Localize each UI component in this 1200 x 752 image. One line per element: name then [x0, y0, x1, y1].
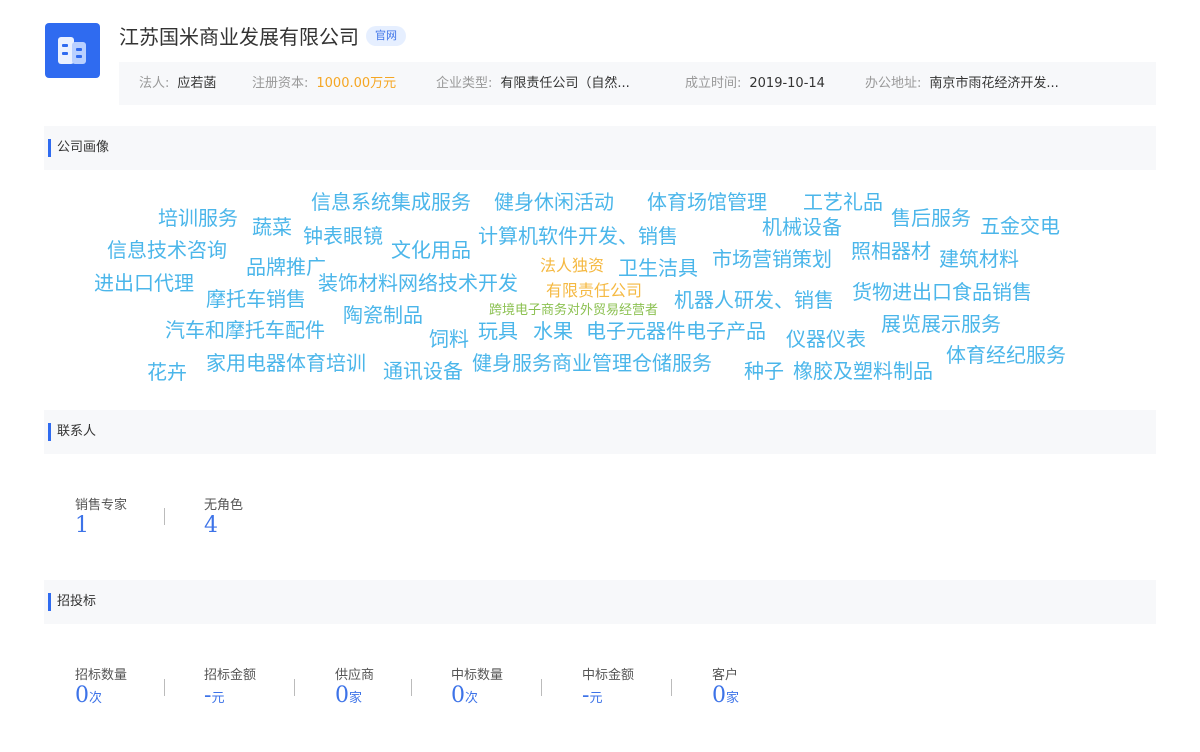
- company-name: 江苏国米商业发展有限公司: [119, 25, 359, 49]
- cloud-word[interactable]: 水果: [533, 321, 573, 341]
- cloud-word[interactable]: 钟表眼镜: [303, 226, 383, 246]
- cloud-word[interactable]: 信息系统集成服务: [311, 192, 471, 212]
- cloud-word[interactable]: 摩托车销售: [206, 289, 306, 309]
- cloud-word[interactable]: 体育经纪服务: [946, 345, 1066, 365]
- divider: [294, 679, 295, 696]
- cloud-word[interactable]: 五金交电: [980, 216, 1060, 236]
- bidding-stat[interactable]: 供应商 0家: [335, 664, 374, 708]
- cloud-word[interactable]: 培训服务: [158, 208, 238, 228]
- divider: [411, 679, 412, 696]
- cloud-word[interactable]: 装饰材料网络技术开发: [318, 273, 518, 293]
- cloud-word[interactable]: 文化用品: [391, 240, 471, 260]
- contacts-section-header: 联系人: [44, 410, 1156, 454]
- cloud-word[interactable]: 种子: [744, 361, 784, 381]
- cloud-word[interactable]: 展览展示服务: [881, 314, 1001, 334]
- cloud-word[interactable]: 照相器材: [851, 241, 931, 261]
- cloud-word[interactable]: 市场营销策划: [712, 249, 832, 269]
- bidding-section-header: 招投标: [44, 580, 1156, 624]
- cloud-word[interactable]: 蔬菜: [252, 217, 292, 237]
- cloud-word[interactable]: 有限责任公司: [546, 283, 642, 299]
- cloud-word[interactable]: 法人独资: [540, 258, 604, 274]
- cloud-word[interactable]: 花卉: [147, 362, 187, 382]
- cloud-word[interactable]: 售后服务: [891, 208, 971, 228]
- bidding-stat[interactable]: 招标金额 -元: [204, 664, 256, 708]
- cloud-word[interactable]: 仪器仪表: [786, 329, 866, 349]
- bidding-stat[interactable]: 客户 0家: [712, 664, 739, 708]
- legal-person: 法人: 应若菡: [139, 76, 217, 91]
- section-title: 联系人: [48, 423, 96, 441]
- company-logo-icon: [45, 23, 100, 78]
- cloud-word[interactable]: 建筑材料: [939, 249, 1019, 269]
- divider: [164, 508, 165, 525]
- cloud-word[interactable]: 进出口代理: [94, 273, 194, 293]
- portrait-section-header: 公司画像: [44, 126, 1156, 170]
- cloud-word[interactable]: 家用电器体育培训: [206, 353, 366, 373]
- cloud-word[interactable]: 通讯设备: [383, 361, 463, 381]
- office-address: 办公地址: 南京市雨花经济开发...: [865, 76, 1059, 91]
- bidding-stat[interactable]: 中标数量 0次: [451, 664, 503, 708]
- cloud-word[interactable]: 汽车和摩托车配件: [165, 320, 325, 340]
- registered-capital: 注册资本: 1000.00万元: [252, 76, 397, 91]
- cloud-word[interactable]: 工艺礼品: [803, 192, 883, 212]
- cloud-word[interactable]: 健身服务商业管理仓储服务: [472, 353, 712, 373]
- cloud-word[interactable]: 品牌推广: [246, 257, 326, 277]
- contact-stat[interactable]: 无角色 4: [204, 494, 243, 538]
- cloud-word[interactable]: 计算机软件开发、销售: [478, 226, 678, 246]
- cloud-word[interactable]: 陶瓷制品: [343, 305, 423, 325]
- cloud-word[interactable]: 跨境电子商务对外贸易经营者: [489, 304, 658, 317]
- official-site-link[interactable]: 官网: [366, 26, 406, 46]
- founded-date: 成立时间: 2019-10-14: [685, 76, 825, 91]
- company-type: 企业类型: 有限责任公司（自然...: [436, 76, 630, 91]
- divider: [164, 679, 165, 696]
- section-title: 招投标: [48, 593, 96, 611]
- cloud-word[interactable]: 饲料: [429, 329, 469, 349]
- contact-stat[interactable]: 销售专家 1: [75, 494, 127, 538]
- cloud-word[interactable]: 机器人研发、销售: [674, 290, 834, 310]
- cloud-word[interactable]: 卫生洁具: [618, 258, 698, 278]
- cloud-word[interactable]: 货物进出口食品销售: [852, 282, 1032, 302]
- divider: [671, 679, 672, 696]
- bidding-stat[interactable]: 招标数量 0次: [75, 664, 127, 708]
- cloud-word[interactable]: 玩具: [478, 321, 518, 341]
- cloud-word[interactable]: 信息技术咨询: [107, 240, 227, 260]
- company-info-bar: 法人: 应若菡 注册资本: 1000.00万元 企业类型: 有限责任公司（自然... …: [119, 62, 1156, 105]
- cloud-word[interactable]: 橡胶及塑料制品: [793, 361, 933, 381]
- divider: [541, 679, 542, 696]
- cloud-word[interactable]: 机械设备: [762, 217, 842, 237]
- cloud-word[interactable]: 健身休闲活动: [494, 192, 614, 212]
- section-title: 公司画像: [48, 139, 109, 157]
- cloud-word[interactable]: 体育场馆管理: [647, 192, 767, 212]
- cloud-word[interactable]: 电子元器件电子产品: [586, 321, 766, 341]
- bidding-stat[interactable]: 中标金额 -元: [582, 664, 634, 708]
